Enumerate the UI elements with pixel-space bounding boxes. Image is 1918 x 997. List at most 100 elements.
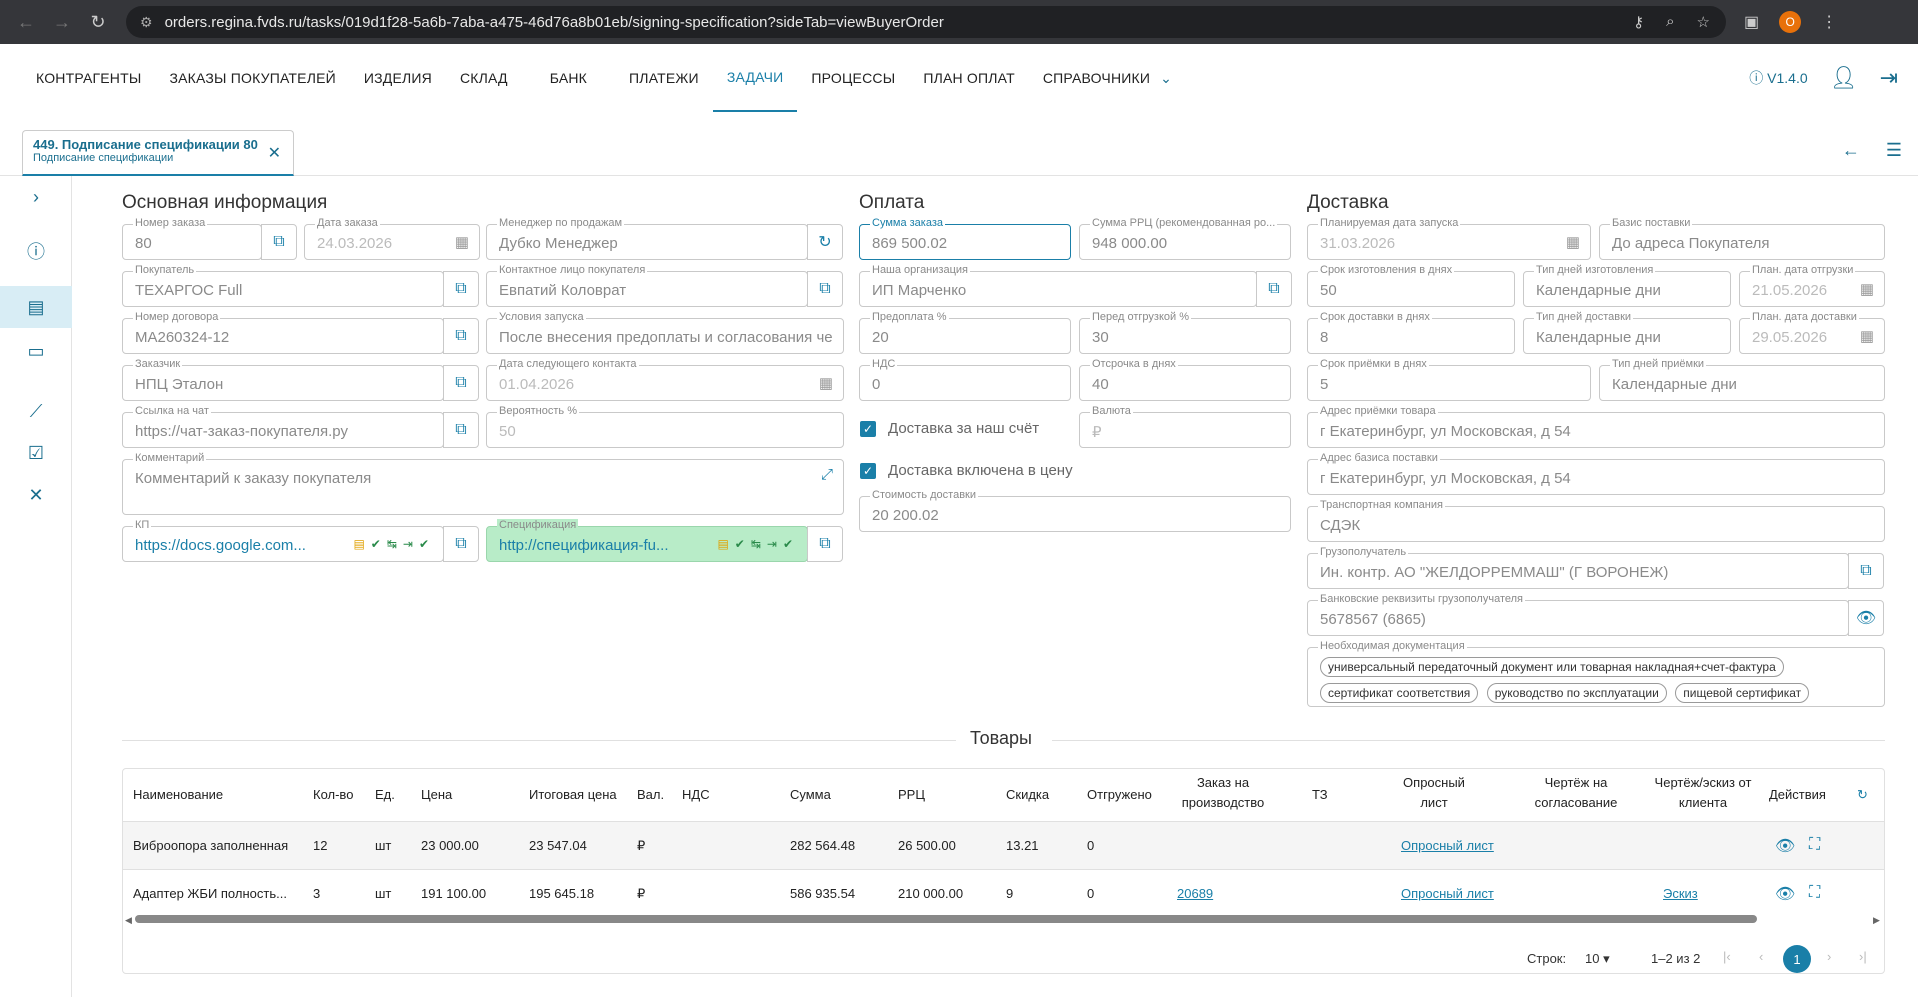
extensions-icon[interactable]: ▣ bbox=[1744, 12, 1759, 32]
planned-shipment-date-field[interactable]: План. дата отгрузки 21.05.2026 ▦ bbox=[1739, 264, 1885, 307]
checklist-icon[interactable]: ☑ bbox=[0, 432, 72, 474]
col-header[interactable]: Наименование bbox=[133, 785, 223, 805]
order-document-icon[interactable]: ▤ bbox=[0, 286, 72, 328]
col-header[interactable]: Вал. bbox=[637, 785, 664, 805]
eye-icon[interactable]: 👁︎ bbox=[1775, 836, 1795, 856]
table-row[interactable]: Адаптер ЖБИ полность... 3 шт 191 100.00 … bbox=[123, 869, 1884, 917]
comment-field[interactable]: Комментарий Комментарий к заказу покупате… bbox=[122, 452, 844, 515]
hamburger-menu-icon[interactable]: ☰ bbox=[1886, 140, 1902, 161]
nav-item-counterparties[interactable]: КОНТРАГЕНТЫ bbox=[0, 44, 155, 112]
open-link-icon[interactable]: ⧉ bbox=[443, 365, 479, 401]
col-header[interactable]: Ед. bbox=[375, 785, 395, 805]
col-header[interactable]: Заказ на производство bbox=[1171, 773, 1275, 813]
consignee-bank-details-field[interactable]: Банковские реквизиты грузополучателя 5678… bbox=[1307, 593, 1849, 636]
buyer-field[interactable]: Покупатель ТЕХАРГОС Full bbox=[122, 264, 444, 307]
sales-manager-field[interactable]: Менеджер по продажам Дубко Менеджер bbox=[486, 217, 808, 260]
col-header[interactable]: Итоговая цена bbox=[529, 785, 617, 805]
survey-link[interactable]: Опросный лист bbox=[1401, 886, 1494, 901]
col-header[interactable]: НДС bbox=[682, 785, 710, 805]
open-link-icon[interactable]: ⧉ bbox=[807, 271, 843, 307]
nav-item-products[interactable]: ИЗДЕЛИЯ bbox=[350, 44, 446, 112]
col-header[interactable]: Действия bbox=[1769, 785, 1826, 805]
nav-item-warehouse[interactable]: СКЛАД bbox=[446, 44, 536, 112]
acceptance-days-field[interactable]: Срок приёмки в днях 5 bbox=[1307, 358, 1591, 401]
planned-delivery-date-field[interactable]: План. дата доставки 29.05.2026 ▦ bbox=[1739, 311, 1885, 354]
order-sum-field[interactable]: Сумма заказа 869 500.02 bbox=[859, 217, 1071, 260]
acceptance-day-type-field[interactable]: Тип дней приёмки Календарные дни bbox=[1599, 358, 1885, 401]
sketch-link[interactable]: Эскиз bbox=[1663, 886, 1698, 901]
rrc-sum-field[interactable]: Сумма РРЦ (рекомендованная ро... 948 000.… bbox=[1079, 217, 1291, 260]
col-header[interactable]: Сумма bbox=[790, 785, 831, 805]
document-chip[interactable]: сертификат соответствия bbox=[1320, 683, 1479, 703]
delivery-included-checkbox[interactable]: ✓ Доставка включена в цену bbox=[860, 462, 1073, 479]
vat-field[interactable]: НДС 0 bbox=[859, 358, 1071, 401]
logout-icon[interactable]: ⇥ bbox=[1880, 65, 1898, 91]
delivery-basis-field[interactable]: Базис поставки До адреса Покупателя bbox=[1599, 217, 1885, 260]
delivery-day-type-field[interactable]: Тип дней доставки Календарные дни bbox=[1523, 311, 1731, 354]
document-chip[interactable]: руководство по эксплуатации bbox=[1486, 683, 1667, 703]
eye-icon[interactable]: 👁︎ bbox=[1848, 600, 1884, 636]
nav-item-processes[interactable]: ПРОЦЕССЫ bbox=[797, 44, 909, 112]
open-link-icon[interactable]: ⧉ bbox=[443, 318, 479, 354]
user-icon[interactable]: 👤︎ bbox=[1830, 65, 1858, 91]
manufacturing-days-field[interactable]: Срок изготовления в днях 50 bbox=[1307, 264, 1515, 307]
nav-item-tasks[interactable]: ЗАДАЧИ bbox=[712, 44, 798, 112]
launch-conditions-field[interactable]: Условия запуска После внесения предоплаты… bbox=[486, 311, 844, 354]
reload-icon[interactable]: ↻ bbox=[80, 12, 116, 33]
nav-item-payment-plan[interactable]: ПЛАН ОПЛАТ bbox=[909, 44, 1029, 112]
transport-company-field[interactable]: Транспортная компания СДЭК bbox=[1307, 499, 1885, 542]
bookmark-star-icon[interactable]: ☆ bbox=[1697, 13, 1710, 31]
back-icon[interactable]: ← bbox=[1842, 140, 1860, 161]
col-header[interactable]: Скидка bbox=[1006, 785, 1049, 805]
last-page-icon[interactable]: ›| bbox=[1859, 949, 1867, 964]
open-link-icon[interactable]: ⧉ bbox=[1256, 271, 1292, 307]
delivery-at-our-expense-checkbox[interactable]: ✓ Доставка за наш счёт bbox=[860, 420, 1039, 437]
open-link-icon[interactable]: ⧉ bbox=[1848, 553, 1884, 589]
specification-field[interactable]: Спецификация http://спецификация-fu... ▤✔↹… bbox=[486, 519, 808, 562]
open-link-icon[interactable]: ⧉ bbox=[443, 526, 479, 562]
planned-launch-date-field[interactable]: Планируемая дата запуска 31.03.2026 ▦ bbox=[1307, 217, 1591, 260]
calendar-icon[interactable]: ▦ bbox=[1566, 233, 1580, 251]
current-page-button[interactable]: 1 bbox=[1783, 945, 1811, 973]
nav-item-buyer-orders[interactable]: ЗАКАЗЫ ПОКУПАТЕЛЕЙ bbox=[155, 44, 349, 112]
chart-line-icon[interactable]: ⟋ bbox=[0, 390, 72, 432]
calendar-icon[interactable]: ▦ bbox=[819, 374, 833, 392]
acceptance-address-field[interactable]: Адрес приёмки товара г Екатеринбург, ул М… bbox=[1307, 405, 1885, 448]
chat-icon[interactable]: ▭ bbox=[0, 330, 72, 372]
zoom-icon[interactable]: ⌕ bbox=[1666, 13, 1674, 31]
eye-icon[interactable]: 👁︎ bbox=[1775, 884, 1795, 904]
col-header[interactable]: РРЦ bbox=[898, 785, 925, 805]
calendar-icon[interactable]: ▦ bbox=[455, 233, 469, 251]
order-number-field[interactable]: Номер заказа 80 bbox=[122, 217, 262, 260]
delivery-days-field[interactable]: Срок доставки в днях 8 bbox=[1307, 311, 1515, 354]
back-arrow-icon[interactable]: ← bbox=[8, 12, 44, 33]
order-date-field[interactable]: Дата заказа 24.03.2026 ▦ bbox=[304, 217, 480, 260]
table-row[interactable]: Виброопора заполненная 12 шт 23 000.00 2… bbox=[123, 821, 1884, 869]
scroll-left-icon[interactable]: ◀ bbox=[125, 915, 132, 926]
open-link-icon[interactable]: ⧉ bbox=[807, 526, 843, 562]
tools-icon[interactable]: ✕ bbox=[0, 474, 72, 516]
menu-dots-icon[interactable]: ⋮ bbox=[1821, 12, 1837, 32]
rows-per-page-select[interactable]: 10 ▾ bbox=[1585, 951, 1610, 967]
document-chip[interactable]: пищевой сертификат bbox=[1675, 683, 1810, 703]
next-contact-date-field[interactable]: Дата следующего контакта 01.04.2026 ▦ bbox=[486, 358, 844, 401]
open-link-icon[interactable]: ⧉ bbox=[261, 224, 297, 260]
required-documents-field[interactable]: Необходимая документация универсальный п… bbox=[1307, 640, 1885, 707]
consignee-field[interactable]: Грузополучатель Ин. контр. АО "ЖЕЛДОРРЕММ… bbox=[1307, 546, 1849, 589]
scroll-right-icon[interactable]: ▶ bbox=[1873, 915, 1880, 926]
kp-field[interactable]: КП https://docs.google.com... ▤✔↹⇥✔ bbox=[122, 519, 444, 562]
kp-status-icons[interactable]: ▤✔↹⇥✔ bbox=[353, 537, 435, 551]
refresh-icon[interactable]: ↻ bbox=[1857, 785, 1868, 805]
version-info[interactable]: ⓘ V1.4.0 bbox=[1749, 68, 1807, 88]
col-header[interactable]: ТЗ bbox=[1312, 785, 1328, 805]
document-tab[interactable]: 449. Подписание спецификации 80 Подписан… bbox=[22, 130, 294, 176]
production-order-link[interactable]: 20689 bbox=[1177, 886, 1213, 901]
delivery-cost-field[interactable]: Стоимость доставки 20 200.02 bbox=[859, 489, 1291, 532]
password-key-icon[interactable]: ⚷ bbox=[1633, 13, 1644, 31]
basis-address-field[interactable]: Адрес базиса поставки г Екатеринбург, ул … bbox=[1307, 452, 1885, 495]
col-header[interactable]: Кол-во bbox=[313, 785, 353, 805]
manufacturing-day-type-field[interactable]: Тип дней изготовления Календарные дни bbox=[1523, 264, 1731, 307]
col-header[interactable]: Отгружено bbox=[1087, 785, 1152, 805]
profile-avatar[interactable]: O bbox=[1779, 11, 1802, 33]
col-header[interactable]: Опросный лист bbox=[1389, 773, 1479, 813]
